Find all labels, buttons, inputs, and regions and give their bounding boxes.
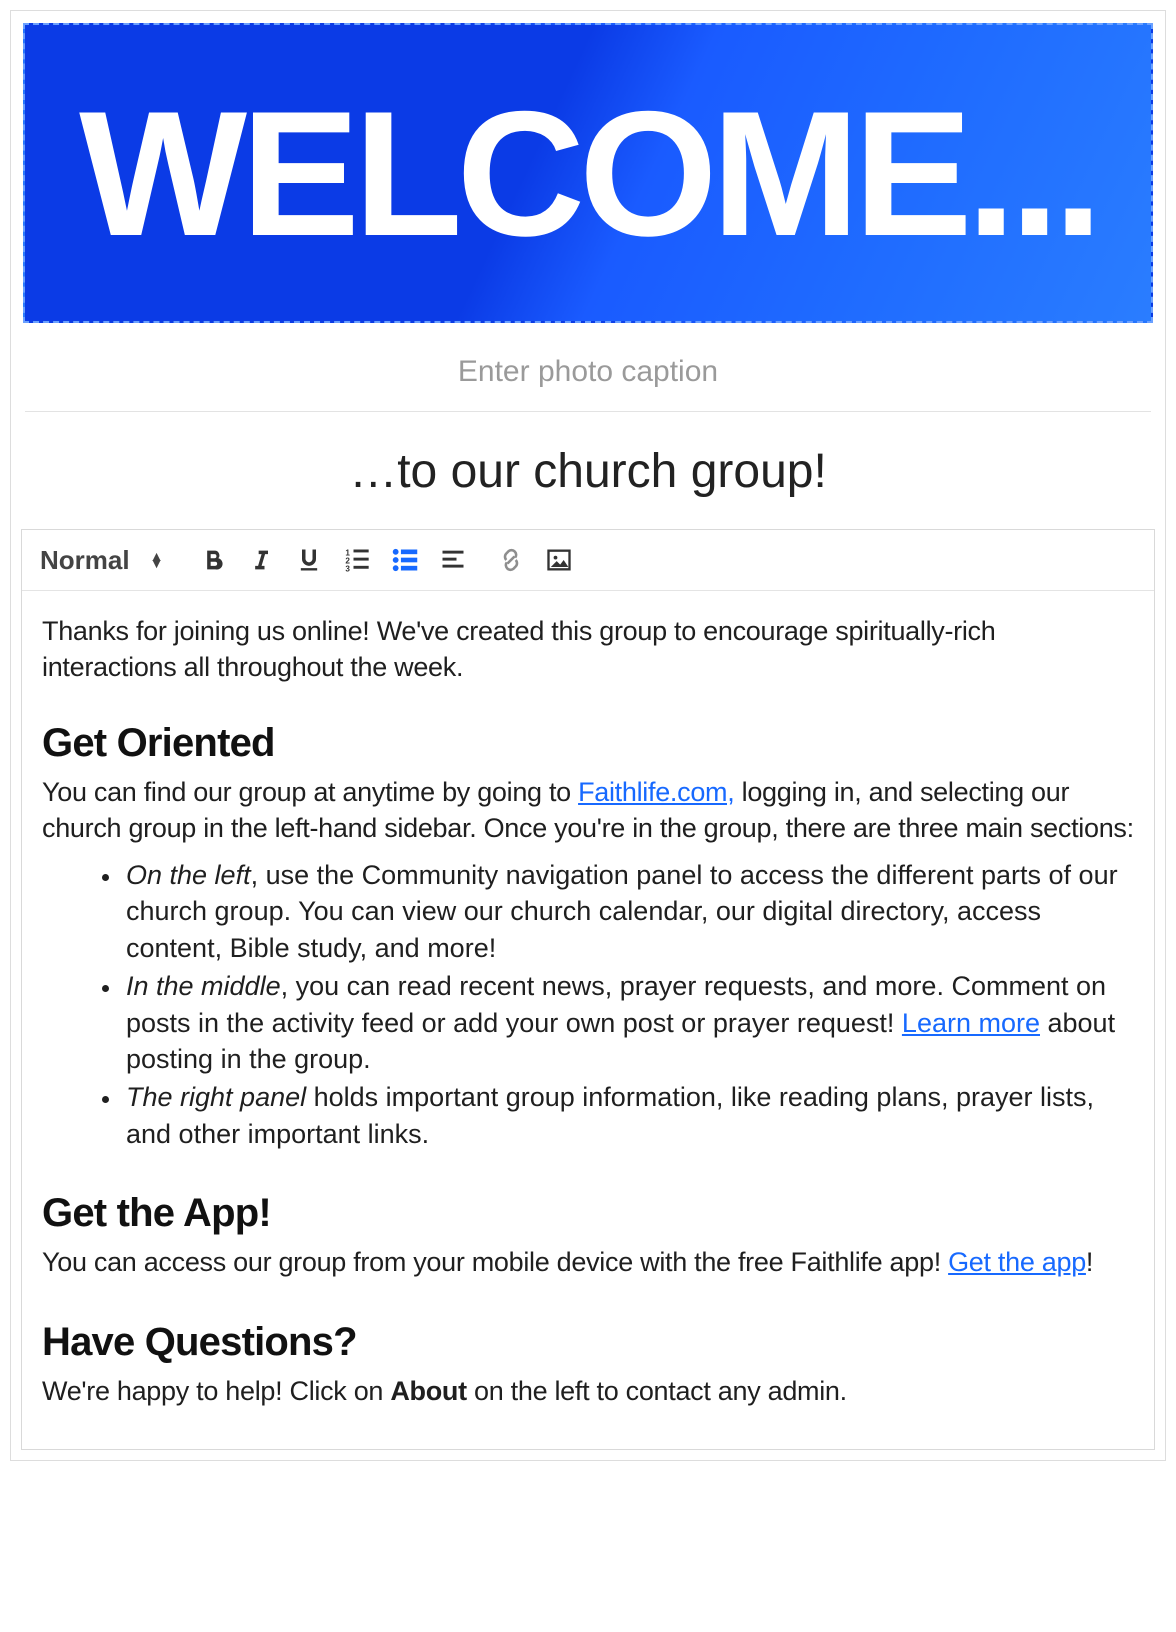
questions-paragraph: We're happy to help! Click on About on t… xyxy=(42,1373,1134,1409)
format-label: Normal xyxy=(40,545,130,576)
bold-icon xyxy=(199,546,227,574)
text-span: , use the Community navigation panel to … xyxy=(126,860,1118,963)
unordered-list-button[interactable] xyxy=(384,540,426,580)
list-item: The right panel holds important group in… xyxy=(122,1079,1134,1152)
image-icon xyxy=(545,546,573,574)
underline-icon xyxy=(295,546,323,574)
ordered-list-button[interactable]: 1 2 3 xyxy=(336,540,378,580)
banner-text: WELCOME... xyxy=(79,71,1097,276)
intro-paragraph: Thanks for joining us online! We've crea… xyxy=(42,613,1134,686)
app-paragraph: You can access our group from your mobil… xyxy=(42,1244,1134,1280)
image-button[interactable] xyxy=(538,540,580,580)
banner-container: WELCOME... xyxy=(19,19,1157,327)
list-item: In the middle, you can read recent news,… xyxy=(122,968,1134,1077)
list-em: The right panel xyxy=(126,1082,306,1112)
align-left-icon xyxy=(439,546,467,574)
heading-get-app: Get the App! xyxy=(42,1186,1134,1240)
link-button[interactable] xyxy=(490,540,532,580)
chevron-sort-icon: ▲▼ xyxy=(150,553,164,567)
text-span: on the left to contact any admin. xyxy=(467,1376,847,1406)
list-em: In the middle xyxy=(126,971,281,1001)
heading-get-oriented: Get Oriented xyxy=(42,716,1134,770)
editor-toolbar: Normal ▲▼ 1 2 3 xyxy=(22,530,1154,591)
italic-icon xyxy=(247,546,275,574)
learn-more-link[interactable]: Learn more xyxy=(902,1008,1040,1038)
bold-button[interactable] xyxy=(192,540,234,580)
caption-input[interactable]: Enter photo caption xyxy=(458,355,718,388)
format-select[interactable]: Normal ▲▼ xyxy=(36,541,186,580)
sections-list: On the left, use the Community navigatio… xyxy=(122,857,1134,1153)
unordered-list-icon xyxy=(391,546,419,574)
underline-button[interactable] xyxy=(288,540,330,580)
caption-row: Enter photo caption xyxy=(25,327,1151,412)
page-title[interactable]: …to our church group! xyxy=(19,412,1157,529)
text-span: ! xyxy=(1086,1247,1093,1277)
text-span: We're happy to help! Click on xyxy=(42,1376,390,1406)
editor-content[interactable]: Thanks for joining us online! We've crea… xyxy=(22,591,1154,1449)
italic-button[interactable] xyxy=(240,540,282,580)
oriented-paragraph: You can find our group at anytime by goi… xyxy=(42,774,1134,847)
heading-questions: Have Questions? xyxy=(42,1315,1134,1369)
editor-outer: WELCOME... Enter photo caption …to our c… xyxy=(10,10,1166,1461)
align-button[interactable] xyxy=(432,540,474,580)
list-item: On the left, use the Community navigatio… xyxy=(122,857,1134,966)
about-strong: About xyxy=(390,1376,466,1406)
svg-text:3: 3 xyxy=(345,565,350,574)
ordered-list-icon: 1 2 3 xyxy=(343,546,371,574)
welcome-banner[interactable]: WELCOME... xyxy=(23,23,1153,323)
faithlife-link[interactable]: Faithlife.com, xyxy=(578,777,734,807)
link-icon xyxy=(497,546,525,574)
list-em: On the left xyxy=(126,860,251,890)
text-span: You can access our group from your mobil… xyxy=(42,1247,948,1277)
text-span: You can find our group at anytime by goi… xyxy=(42,777,578,807)
get-app-link[interactable]: Get the app xyxy=(948,1247,1086,1277)
rich-text-editor: Normal ▲▼ 1 2 3 xyxy=(21,529,1155,1450)
